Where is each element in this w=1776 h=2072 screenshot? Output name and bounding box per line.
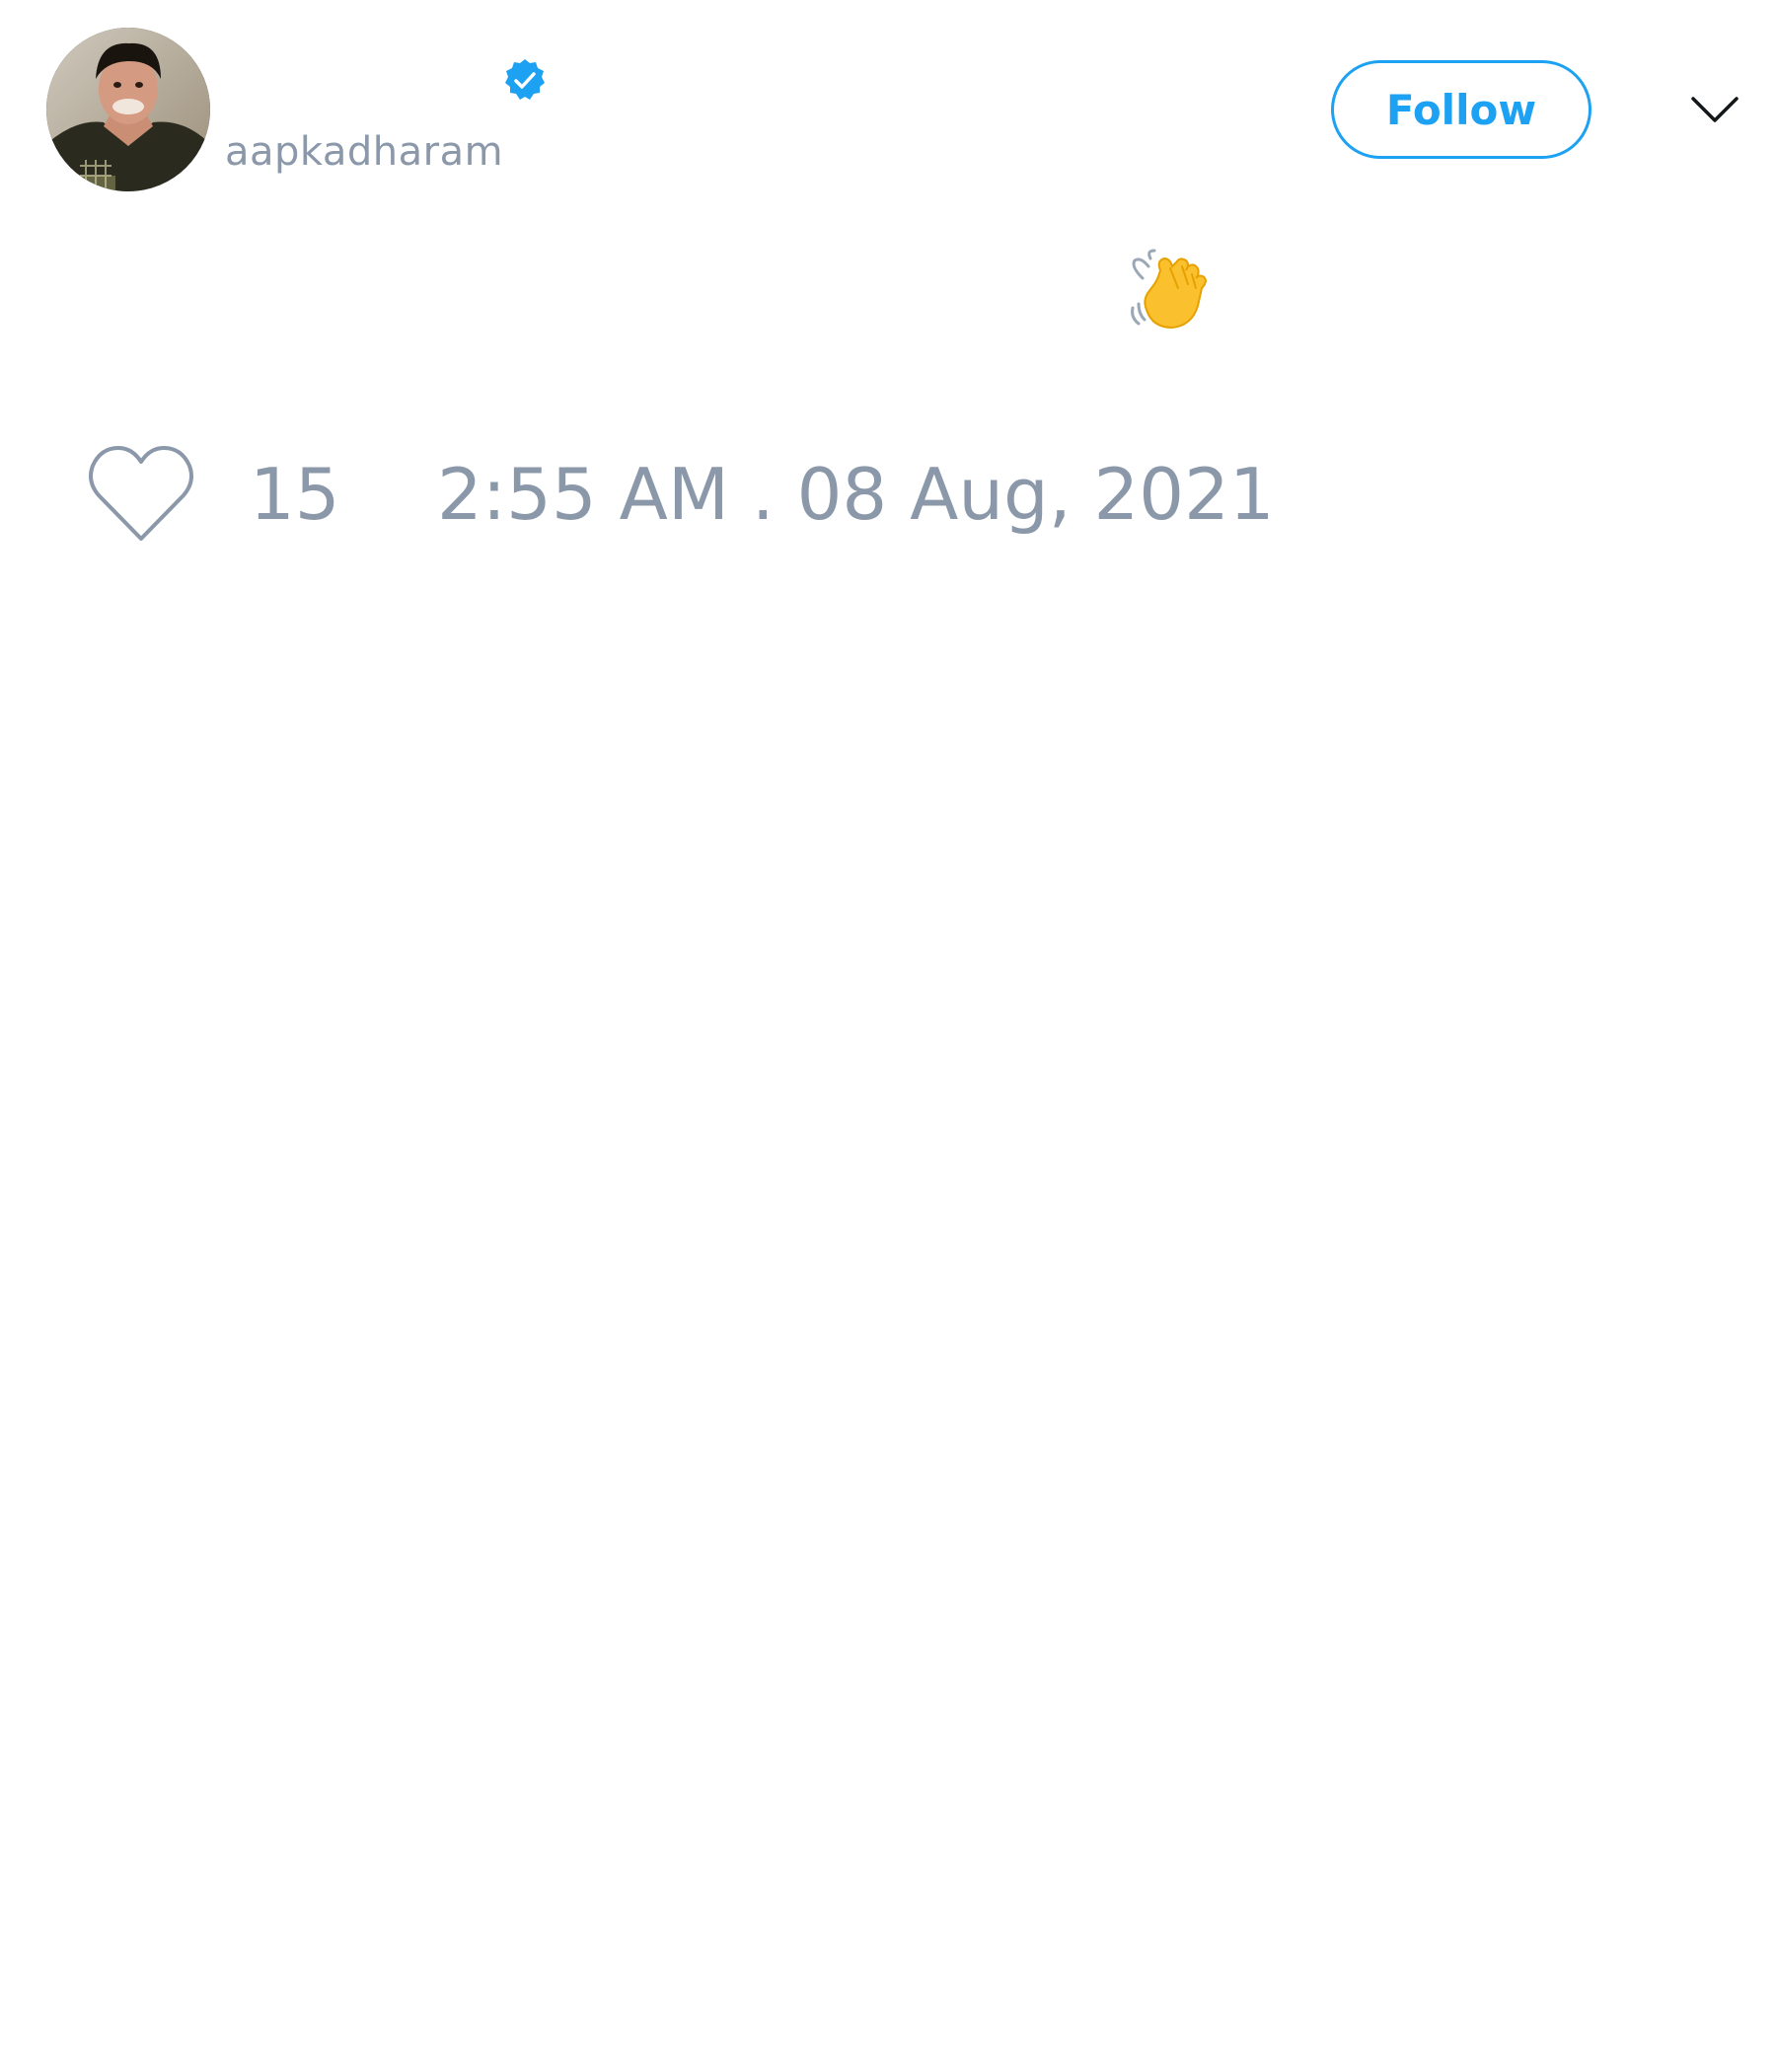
follow-button[interactable]: Follow bbox=[1331, 60, 1591, 159]
tweet-card: aapkadharam Follow 15 2:55 AM . 08 Aug, … bbox=[0, 0, 1776, 2072]
chevron-down-icon[interactable] bbox=[1689, 89, 1740, 128]
waving-hand-icon bbox=[1131, 249, 1208, 330]
verified-badge-icon bbox=[505, 59, 545, 100]
tweet-timestamp[interactable]: 2:55 AM . 08 Aug, 2021 bbox=[437, 452, 1275, 537]
like-count: 15 bbox=[250, 453, 340, 536]
avatar[interactable] bbox=[46, 28, 210, 191]
avatar-image bbox=[46, 28, 210, 191]
heart-icon[interactable] bbox=[87, 444, 195, 547]
author-handle[interactable]: aapkadharam bbox=[225, 128, 503, 176]
